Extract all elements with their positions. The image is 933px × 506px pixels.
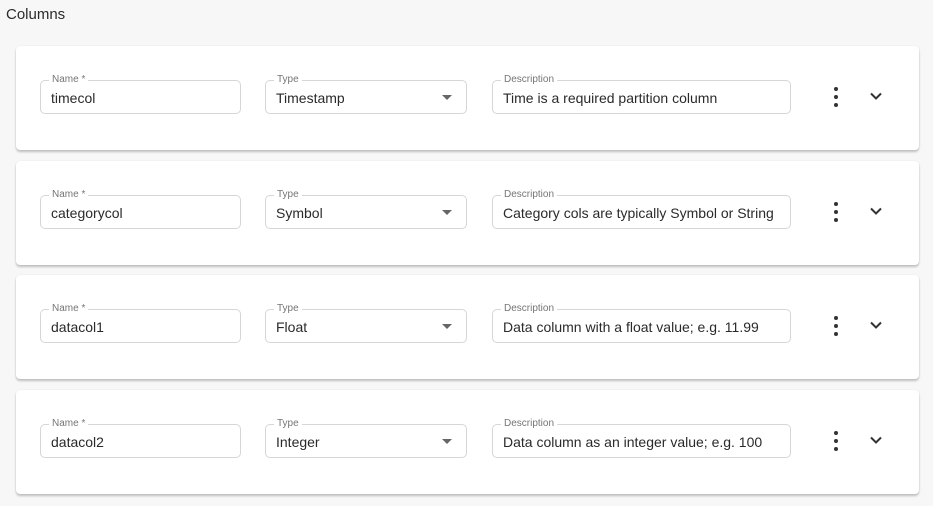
name-label: Name *: [49, 189, 89, 201]
column-card: Name * datacol2 Type Integer Description…: [16, 390, 919, 494]
type-label: Type: [274, 74, 302, 86]
type-value: Integer: [276, 434, 320, 450]
type-value: Float: [276, 319, 308, 335]
name-field[interactable]: Name * datacol2: [40, 418, 241, 458]
section-title: Columns: [6, 6, 66, 23]
description-value: Category cols are typically Symbol or St…: [503, 205, 774, 221]
expand-button[interactable]: [868, 432, 884, 448]
dropdown-arrow-icon: [442, 95, 452, 100]
type-label: Type: [274, 189, 302, 201]
description-value: Time is a required partition column: [503, 90, 718, 106]
chevron-down-icon: [870, 436, 882, 444]
more-vertical-icon: [834, 87, 838, 91]
column-card: Name * categorycol Type Symbol Descripti…: [16, 161, 919, 265]
type-label: Type: [274, 418, 302, 430]
more-vertical-icon: [834, 431, 838, 435]
more-vertical-icon-dot: [834, 332, 838, 336]
description-value: Data column as an integer value; e.g. 10…: [503, 434, 763, 450]
description-field[interactable]: Description Data column as an integer va…: [492, 418, 791, 458]
type-select[interactable]: Type Float: [265, 303, 467, 343]
name-value: datacol2: [51, 434, 104, 450]
more-vertical-icon: [834, 202, 838, 206]
name-value: datacol1: [51, 319, 104, 335]
dropdown-arrow-icon: [442, 439, 452, 444]
dropdown-arrow-icon: [442, 210, 452, 215]
chevron-down-icon: [870, 207, 882, 215]
name-value: categorycol: [51, 205, 123, 221]
name-label: Name *: [49, 74, 89, 86]
description-field[interactable]: Description Time is a required partition…: [492, 74, 791, 114]
more-options-button[interactable]: [828, 315, 844, 337]
name-label: Name *: [49, 303, 89, 315]
name-value: timecol: [51, 90, 96, 106]
type-select[interactable]: Type Timestamp: [265, 74, 467, 114]
type-value: Symbol: [276, 205, 323, 221]
expand-button[interactable]: [868, 88, 884, 104]
name-field[interactable]: Name * datacol1: [40, 303, 241, 343]
more-vertical-icon-dot: [834, 439, 838, 443]
name-field[interactable]: Name * categorycol: [40, 189, 241, 229]
more-vertical-icon: [834, 316, 838, 320]
type-label: Type: [274, 303, 302, 315]
description-field[interactable]: Description Data column with a float val…: [492, 303, 791, 343]
column-card: Name * timecol Type Timestamp Descriptio…: [16, 46, 919, 150]
type-select[interactable]: Type Integer: [265, 418, 467, 458]
chevron-down-icon: [870, 321, 882, 329]
expand-button[interactable]: [868, 203, 884, 219]
name-field[interactable]: Name * timecol: [40, 74, 241, 114]
dropdown-arrow-icon: [442, 324, 452, 329]
type-value: Timestamp: [276, 90, 345, 106]
more-options-button[interactable]: [828, 430, 844, 452]
column-card: Name * datacol1 Type Float Description D…: [16, 275, 919, 379]
name-label: Name *: [49, 418, 89, 430]
more-options-button[interactable]: [828, 201, 844, 223]
description-value: Data column with a float value; e.g. 11.…: [503, 319, 759, 335]
more-vertical-icon-dot: [834, 95, 838, 99]
more-vertical-icon-dot: [834, 324, 838, 328]
more-vertical-icon-dot: [834, 218, 838, 222]
more-vertical-icon-dot: [834, 447, 838, 451]
description-label: Description: [501, 418, 558, 430]
chevron-down-icon: [870, 92, 882, 100]
expand-button[interactable]: [868, 317, 884, 333]
description-label: Description: [501, 303, 558, 315]
type-select[interactable]: Type Symbol: [265, 189, 467, 229]
description-field[interactable]: Description Category cols are typically …: [492, 189, 791, 229]
description-label: Description: [501, 189, 558, 201]
description-label: Description: [501, 74, 558, 86]
more-options-button[interactable]: [828, 86, 844, 108]
more-vertical-icon-dot: [834, 103, 838, 107]
more-vertical-icon-dot: [834, 210, 838, 214]
